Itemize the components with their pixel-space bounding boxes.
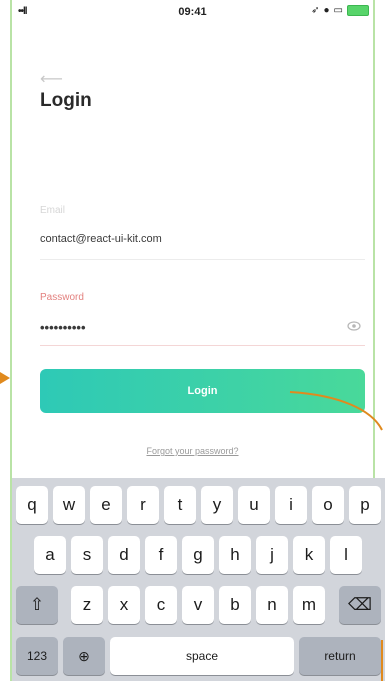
key-a[interactable]: a [34,536,66,574]
login-button[interactable]: Login [40,369,365,413]
key-n[interactable]: n [256,586,288,624]
key-i[interactable]: i [275,486,307,524]
key-t[interactable]: t [164,486,196,524]
password-label: Password [40,292,84,303]
email-underline [40,259,365,260]
shift-icon: ⇧ [29,595,45,614]
key-z[interactable]: z [71,586,103,624]
email-label: Email [40,205,66,216]
alarm-icon: ● [323,5,330,16]
key-c[interactable]: c [145,586,177,624]
key-d[interactable]: d [108,536,140,574]
status-bar: ••ll 09:41 ➶ ● ▭ [12,0,373,22]
password-underline [40,345,365,346]
location-icon: ➶ [311,5,320,16]
key-o[interactable]: o [312,486,344,524]
space-key[interactable]: space [110,637,294,675]
annotation-arrow-icon [0,372,10,384]
key-g[interactable]: g [182,536,214,574]
key-s[interactable]: s [71,536,103,574]
password-field[interactable]: •••••••••• [40,320,86,335]
key-p[interactable]: p [349,486,381,524]
key-k[interactable]: k [293,536,325,574]
key-e[interactable]: e [90,486,122,524]
key-l[interactable]: l [330,536,362,574]
key-m[interactable]: m [293,586,325,624]
return-key[interactable]: return [299,637,381,675]
battery-icon [347,5,369,16]
key-f[interactable]: f [145,536,177,574]
page-title: Login [40,90,92,111]
delete-icon: ⌫ [347,595,373,614]
email-field[interactable]: contact@react-ui-kit.com [40,233,162,245]
key-u[interactable]: u [238,486,270,524]
forgot-password-link[interactable]: Forgot your password? [0,446,385,456]
screen-mirror-icon: ▭ [333,5,343,16]
key-j[interactable]: j [256,536,288,574]
status-icons: ➶ ● ▭ [311,5,369,16]
delete-key[interactable]: ⌫ [339,586,381,624]
globe-icon: ⊕ [78,648,90,664]
key-y[interactable]: y [201,486,233,524]
key-r[interactable]: r [127,486,159,524]
globe-key[interactable]: ⊕ [63,637,105,675]
key-x[interactable]: x [108,586,140,624]
key-b[interactable]: b [219,586,251,624]
eye-icon[interactable] [347,320,363,332]
key-w[interactable]: w [53,486,85,524]
key-q[interactable]: q [16,486,48,524]
key-v[interactable]: v [182,586,214,624]
key-h[interactable]: h [219,536,251,574]
back-arrow-icon[interactable]: ⟵ [40,72,63,88]
keyboard: q w e r t y u i o p a s d f g h j k l ⇧ … [12,478,385,681]
shift-key[interactable]: ⇧ [16,586,58,624]
numbers-key[interactable]: 123 [16,637,58,675]
